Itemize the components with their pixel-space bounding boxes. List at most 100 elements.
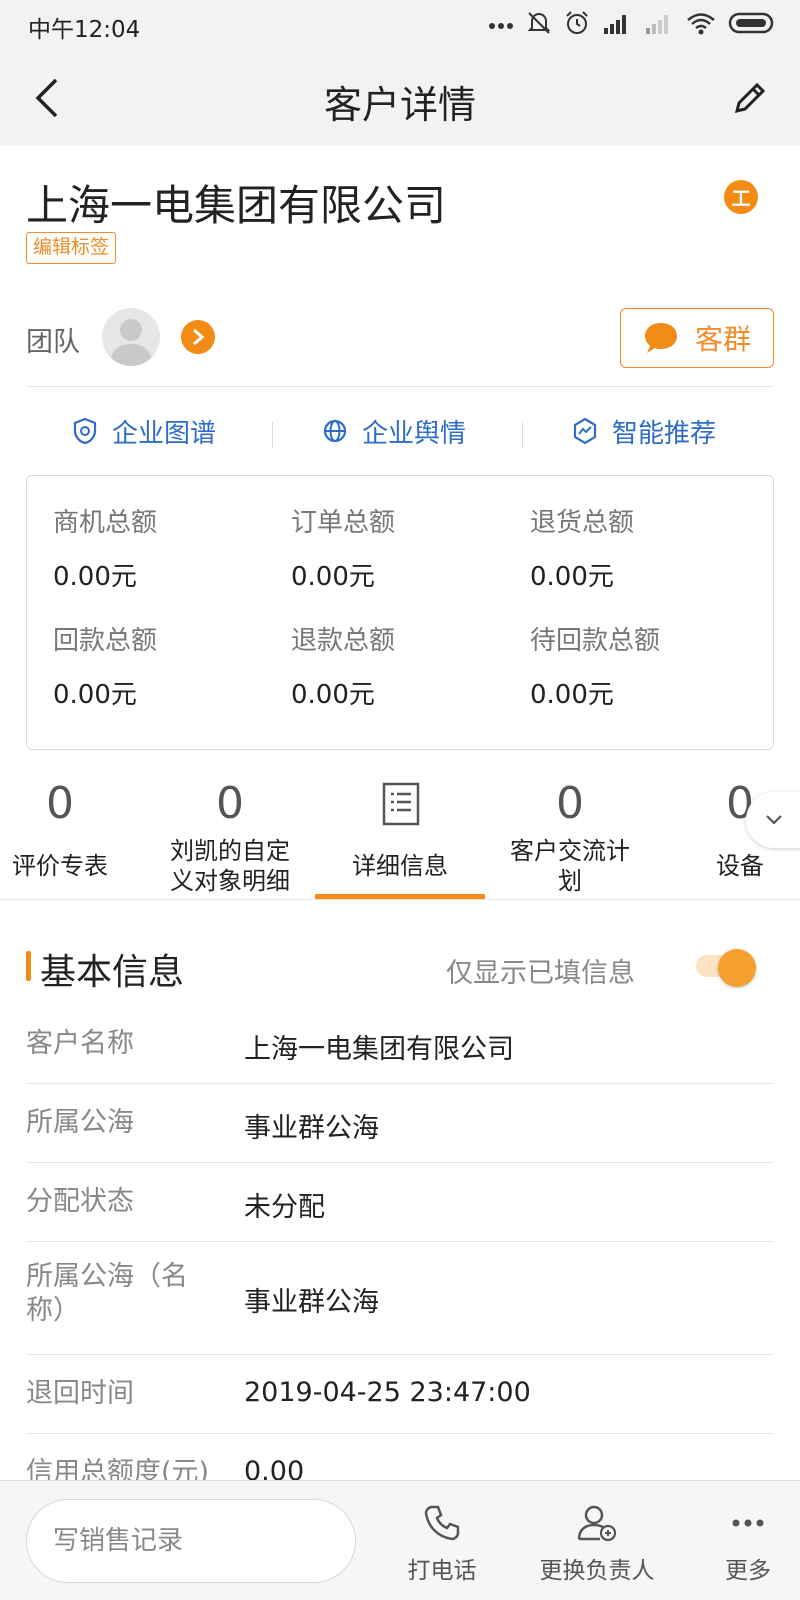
shield-icon bbox=[73, 417, 97, 445]
signal-hd-icon bbox=[604, 15, 626, 34]
section-title: 基本信息 bbox=[40, 952, 185, 993]
tab-label: 详细信息 bbox=[352, 852, 448, 880]
detail-label: 所属公海（名 称） bbox=[26, 1260, 188, 1328]
chevron-down-icon bbox=[766, 815, 782, 825]
avatar[interactable] bbox=[102, 308, 160, 366]
tab-count: 0 bbox=[46, 778, 74, 829]
status-bar: 中午12:04 bbox=[0, 0, 800, 50]
active-tab-indicator bbox=[315, 894, 485, 899]
stat-value: 0.00元 bbox=[530, 562, 614, 592]
tab-label-line: 刘凯的自定 bbox=[170, 837, 290, 865]
stat-value: 0.00元 bbox=[291, 680, 375, 710]
tab-label: 客户交流计 划 bbox=[490, 836, 650, 896]
detail-value: 事业群公海 bbox=[244, 1287, 379, 1318]
person-swap-icon bbox=[577, 1505, 617, 1542]
bottom-action-bar: 打电话 更换负责人 更多 bbox=[0, 1480, 800, 1600]
tab-custom-object[interactable]: 0 刘凯的自定 义对象明细 bbox=[150, 770, 310, 900]
stat-label: 退款总额 bbox=[291, 626, 396, 656]
change-owner-button[interactable]: 更换负责人 bbox=[532, 1503, 662, 1584]
detail-row: 所属公海（名 称） 事业群公海 bbox=[26, 1242, 774, 1355]
edit-button[interactable] bbox=[726, 74, 774, 122]
stat-label: 订单总额 bbox=[291, 508, 396, 538]
smart-recommend-label: 智能推荐 bbox=[612, 418, 717, 449]
customer-group-label: 客群 bbox=[694, 323, 751, 356]
customer-group-button[interactable]: 客群 bbox=[620, 308, 774, 368]
tab-label: 设备 bbox=[716, 852, 764, 880]
globe-icon bbox=[323, 419, 347, 443]
tab-label-line: 客户交流计 bbox=[510, 837, 630, 865]
team-label: 团队 bbox=[26, 327, 80, 358]
signal-weak-icon bbox=[646, 15, 668, 34]
tab-count: 0 bbox=[556, 778, 584, 829]
more-dots-icon bbox=[489, 23, 513, 29]
stat-label: 商机总额 bbox=[53, 508, 158, 538]
divider bbox=[26, 386, 774, 387]
tab-label: 刘凯的自定 义对象明细 bbox=[150, 836, 310, 896]
detail-row: 客户名称 上海一电集团有限公司 bbox=[26, 1005, 774, 1084]
sales-record-input[interactable] bbox=[26, 1499, 356, 1583]
detail-label: 所属公海 bbox=[26, 1107, 134, 1138]
stat-value: 0.00元 bbox=[530, 680, 614, 710]
detail-label-line: 称） bbox=[26, 1295, 80, 1326]
enterprise-links: 企业图谱 企业舆情 智能推荐 bbox=[0, 408, 800, 454]
bell-off-icon bbox=[527, 12, 551, 34]
tabs-expand-button[interactable] bbox=[746, 792, 800, 848]
more-label: 更多 bbox=[725, 1558, 771, 1584]
more-button[interactable]: 更多 bbox=[708, 1503, 788, 1584]
stat-value: 0.00元 bbox=[291, 562, 375, 592]
smart-recommend-link[interactable]: 智能推荐 bbox=[572, 408, 716, 454]
link-separator bbox=[272, 422, 273, 448]
enterprise-sentiment-link[interactable]: 企业舆情 bbox=[322, 408, 466, 454]
basic-info-header: 基本信息 仅显示已填信息 bbox=[0, 935, 800, 995]
show-filled-toggle[interactable] bbox=[696, 949, 760, 987]
status-time: 中午12:04 bbox=[28, 17, 141, 43]
phone-icon bbox=[424, 1505, 460, 1541]
call-label: 打电话 bbox=[407, 1558, 477, 1584]
page-title: 客户详情 bbox=[323, 83, 476, 127]
detail-row: 分配状态 未分配 bbox=[26, 1163, 774, 1242]
chart-badge-icon bbox=[573, 417, 597, 445]
edit-tag-button[interactable]: 编辑标签 bbox=[26, 232, 117, 264]
link-separator bbox=[522, 422, 523, 448]
alarm-icon bbox=[566, 11, 588, 34]
detail-label: 退回时间 bbox=[26, 1378, 134, 1409]
stat-label: 待回款总额 bbox=[530, 626, 661, 656]
stat-value: 0.00元 bbox=[53, 562, 137, 592]
wifi-icon bbox=[687, 13, 715, 35]
call-button[interactable]: 打电话 bbox=[402, 1503, 482, 1584]
filter-label: 仅显示已填信息 bbox=[446, 958, 635, 989]
detail-label: 客户名称 bbox=[26, 1028, 134, 1059]
team-expand-button[interactable] bbox=[181, 320, 215, 354]
detail-row: 退回时间 2019-04-25 23:47:00 bbox=[26, 1355, 774, 1434]
stats-card: 商机总额 0.00元 订单总额 0.00元 退货总额 0.00元 回款总额 0.… bbox=[26, 475, 774, 750]
detail-label-line: 所属公海（名 bbox=[26, 1261, 188, 1292]
detail-row: 所属公海 事业群公海 bbox=[26, 1084, 774, 1163]
change-owner-label: 更换负责人 bbox=[539, 1558, 655, 1584]
toggle-knob bbox=[718, 949, 756, 987]
tabs-row: 0 评价专表 0 刘凯的自定 义对象明细 详细信息 0 客户交流计 划 0 设备 bbox=[0, 770, 800, 900]
section-accent-bar bbox=[26, 951, 31, 981]
tab-label-line: 义对象明细 bbox=[170, 867, 290, 895]
nav-bar: 客户详情 bbox=[0, 50, 800, 146]
tab-label: 评价专表 bbox=[12, 852, 108, 880]
tab-communication-plan[interactable]: 0 客户交流计 划 bbox=[490, 770, 650, 900]
tab-count: 0 bbox=[216, 778, 244, 829]
company-name: 上海一电集团有限公司 bbox=[26, 181, 447, 230]
detail-label: 分配状态 bbox=[26, 1186, 134, 1217]
person-icon bbox=[110, 319, 152, 366]
stat-value: 0.00元 bbox=[53, 680, 137, 710]
stat-label: 回款总额 bbox=[53, 626, 158, 656]
detail-value: 2019-04-25 23:47:00 bbox=[244, 1377, 531, 1408]
document-list-icon bbox=[382, 782, 420, 826]
more-dots-icon bbox=[732, 1519, 764, 1527]
detail-value: 上海一电集团有限公司 bbox=[244, 1034, 514, 1065]
status-icons bbox=[488, 10, 776, 36]
company-type-badge: 工 bbox=[724, 180, 758, 214]
pencil-icon bbox=[734, 82, 766, 114]
tab-details[interactable]: 详细信息 bbox=[320, 770, 480, 900]
enterprise-graph-link[interactable]: 企业图谱 bbox=[72, 408, 216, 454]
chevron-right-icon bbox=[193, 328, 205, 346]
stat-label: 退货总额 bbox=[530, 508, 635, 538]
tab-evaluation[interactable]: 0 评价专表 bbox=[0, 770, 140, 900]
chat-bubble-icon bbox=[644, 323, 677, 353]
